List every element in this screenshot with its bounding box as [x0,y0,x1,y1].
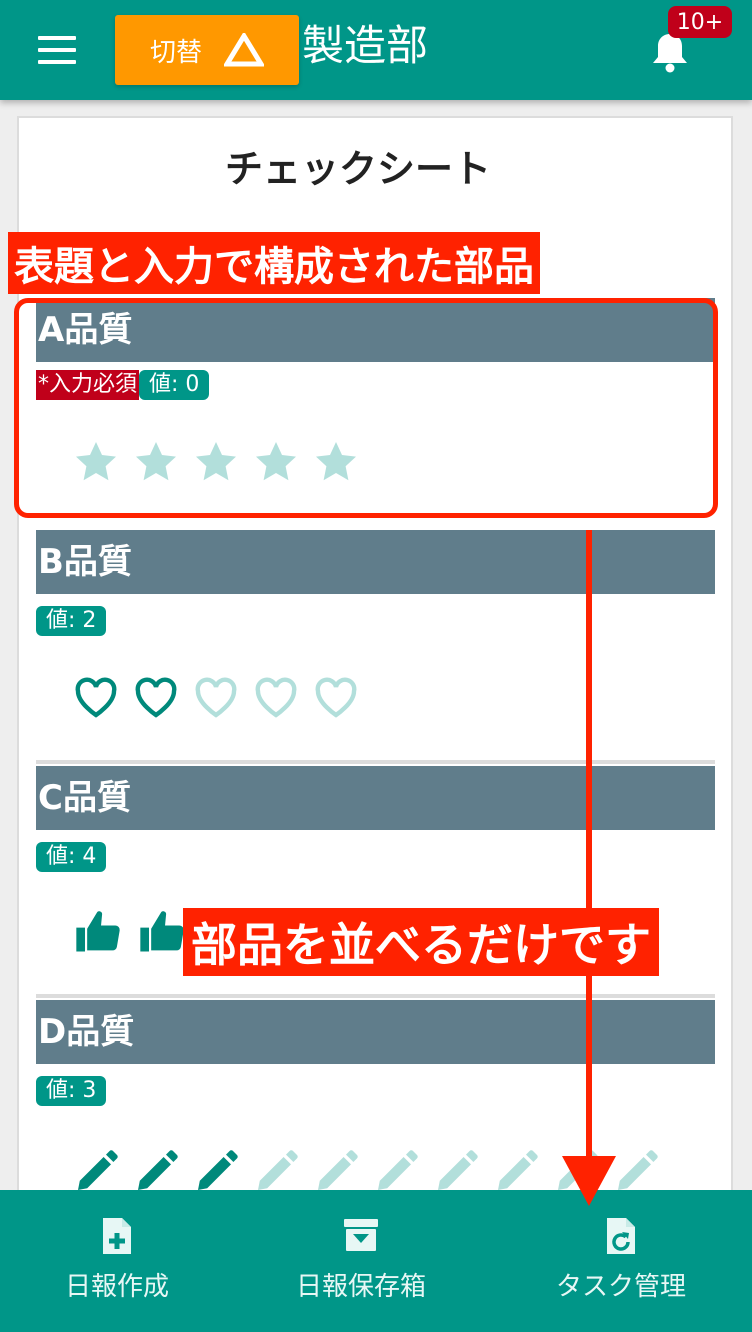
switch-button[interactable]: 切替 [115,15,299,85]
annotation-arrow-icon [562,530,616,1206]
pencil-icon[interactable] [432,1148,480,1196]
value-badge: 値: 4 [36,842,107,872]
archive-box-icon [344,1219,378,1251]
file-plus-icon [103,1218,131,1254]
annotation-component-label: 表題と入力で構成された部品 [8,232,540,294]
annotation-arrange-label: 部品を並べるだけです [183,908,659,976]
pencil-icon[interactable] [312,1148,360,1196]
nav-item-report-archive[interactable]: 日報保存箱 [236,1190,486,1332]
pencil-icon[interactable] [72,1148,120,1196]
sheet-title: チェックシート [224,147,491,191]
heart-icon[interactable] [132,674,180,722]
heart-icon[interactable] [252,674,300,722]
thumbs-up-icon[interactable] [136,906,188,958]
heart-icon[interactable] [72,674,120,722]
pencil-icon[interactable] [492,1148,540,1196]
pencil-icon[interactable] [372,1148,420,1196]
thumbs-up-icon[interactable] [72,906,124,958]
bottom-nav: 日報作成 日報保存箱 タスク管理 [0,1190,752,1332]
nav-label: 日報作成 [64,1272,169,1302]
file-refresh-icon [607,1218,635,1254]
heart-icon[interactable] [192,674,240,722]
warning-triangle-icon [224,33,264,67]
app-header: 切替 製造部 10+ [0,0,752,100]
pencil-icon[interactable] [132,1148,180,1196]
pencil-icon[interactable] [192,1148,240,1196]
heart-icon[interactable] [312,674,360,722]
value-badge: 値: 3 [36,1076,107,1106]
nav-label: タスク管理 [555,1272,686,1302]
menu-icon[interactable] [38,36,76,64]
value-badge: 値: 2 [36,606,107,636]
rating-hearts [72,674,360,722]
notification-badge: 10+ [668,6,732,38]
pencil-icon[interactable] [252,1148,300,1196]
nav-label: 日報保存箱 [295,1272,426,1302]
switch-label: 切替 [149,37,202,68]
page-title: 製造部 [302,21,429,70]
nav-item-daily-report-create[interactable]: 日報作成 [0,1190,242,1332]
rating-thumbs [72,906,188,958]
annotation-highlight-box [14,298,718,518]
